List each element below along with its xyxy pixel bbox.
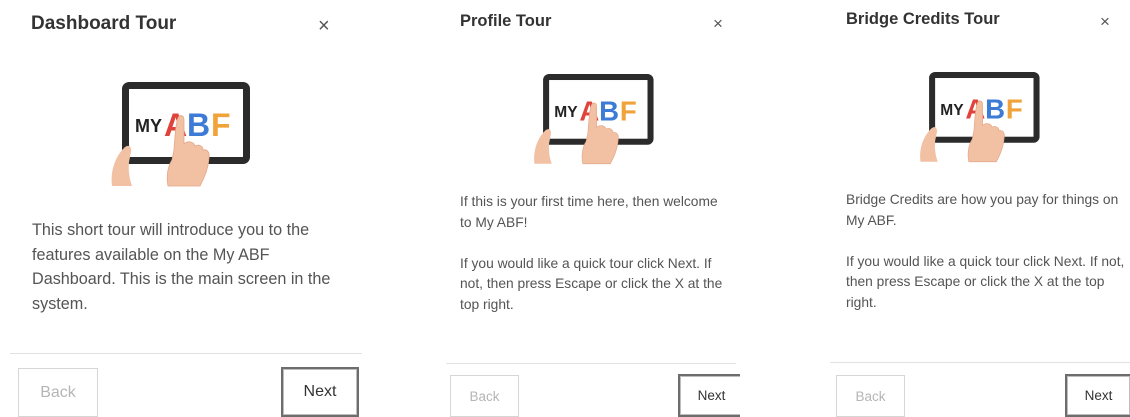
left-hand-icon	[534, 129, 552, 164]
close-icon[interactable]: ×	[713, 15, 723, 32]
back-button[interactable]: Back	[450, 375, 519, 417]
tour-paragraph: If you would like a quick tour click Nex…	[846, 253, 1125, 310]
footer-divider	[446, 363, 736, 364]
back-button[interactable]: Back	[18, 368, 98, 417]
myabf-tablet-logo: MY A B F	[111, 82, 250, 187]
dashboard-tour-popover: Dashboard Tour × MY A B F This short tou…	[0, 0, 370, 417]
tour-title: Profile Tour	[460, 12, 552, 30]
back-button[interactable]: Back	[836, 375, 905, 417]
tour-paragraph: If you would like a quick tour click Nex…	[460, 255, 723, 312]
logo-my-text: MY	[135, 116, 162, 136]
close-icon[interactable]: ×	[318, 16, 330, 36]
tour-body: If this is your first time here, then we…	[460, 192, 730, 316]
tour-title: Dashboard Tour	[31, 13, 177, 34]
logo-f-text: F	[1006, 94, 1023, 125]
tour-screenshots: Dashboard Tour × MY A B F This short tou…	[0, 0, 1130, 417]
next-button[interactable]: Next	[281, 367, 359, 417]
next-button[interactable]: Next	[678, 374, 740, 417]
myabf-tablet-logo: MY A B F	[534, 73, 654, 165]
footer-divider	[830, 362, 1130, 363]
bridge-credits-tour-popover: Bridge Credits Tour × MY A B F Bridge Cr…	[826, 0, 1130, 417]
logo-my-text: MY	[554, 104, 578, 121]
logo-my-text: MY	[940, 102, 964, 119]
logo-f-text: F	[211, 107, 231, 143]
tour-body: Bridge Credits are how you pay for thing…	[846, 190, 1126, 314]
myabf-tablet-logo: MY A B F	[920, 71, 1040, 163]
tour-body: This short tour will introduce you to th…	[32, 218, 352, 316]
logo-f-text: F	[620, 96, 637, 127]
tour-paragraph: If this is your first time here, then we…	[460, 194, 718, 230]
footer-divider	[10, 353, 362, 354]
next-button[interactable]: Next	[1065, 374, 1130, 417]
logo-b-text: B	[599, 96, 619, 127]
tour-paragraph: This short tour will introduce you to th…	[32, 221, 331, 313]
close-icon[interactable]: ×	[1100, 13, 1110, 30]
logo-b-text: B	[187, 107, 210, 143]
tour-paragraph: Bridge Credits are how you pay for thing…	[846, 192, 1119, 228]
left-hand-icon	[111, 145, 132, 186]
tour-title: Bridge Credits Tour	[846, 10, 1000, 28]
profile-tour-popover: Profile Tour × MY A B F If this is your …	[440, 0, 740, 417]
logo-b-text: B	[985, 94, 1005, 125]
left-hand-icon	[920, 127, 938, 162]
